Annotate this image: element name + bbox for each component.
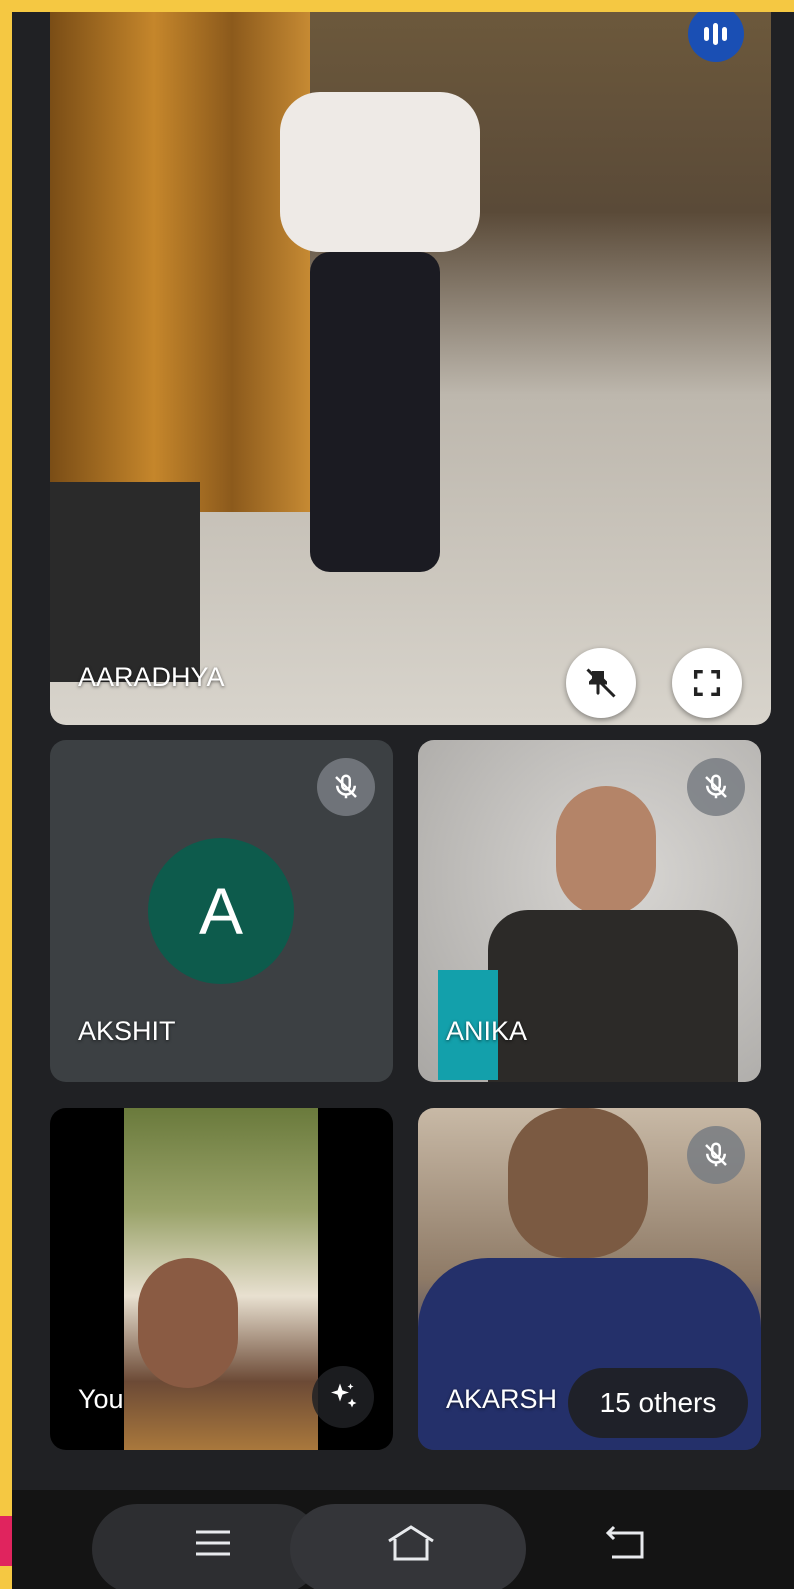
back-button[interactable] <box>600 1518 650 1568</box>
participant-name: AKARSH <box>446 1384 558 1414</box>
video-subject <box>556 786 656 916</box>
participant-name: ANIKA <box>446 1016 528 1046</box>
participant-tile-akshit[interactable]: A AKSHIT <box>50 740 393 1082</box>
video-subject-body <box>488 910 738 1082</box>
audio-level-icon <box>704 23 727 45</box>
participant-name: AKSHIT <box>78 1016 176 1046</box>
participant-tile-anika[interactable]: ANIKA <box>418 740 761 1082</box>
fullscreen-icon <box>693 669 721 697</box>
participant-tile-main[interactable]: AARADHYA <box>50 12 771 725</box>
home-icon <box>388 1525 434 1561</box>
frame-edge-mark <box>0 1516 12 1566</box>
avatar: A <box>148 838 294 984</box>
muted-indicator <box>687 758 745 816</box>
participant-name: AARADHYA <box>78 662 225 692</box>
unpin-button[interactable] <box>566 648 636 718</box>
others-count-label: 15 others <box>599 1387 717 1418</box>
menu-button[interactable] <box>190 1520 236 1566</box>
muted-indicator <box>687 1126 745 1184</box>
home-button[interactable] <box>384 1518 438 1568</box>
video-background <box>50 12 310 512</box>
meet-screen: AARADHYA A AKSHIT ANIKA You AKARSH 15 ot… <box>12 12 794 1589</box>
video-furniture <box>50 482 200 682</box>
video-subject <box>280 92 480 252</box>
effects-button[interactable] <box>312 1366 374 1428</box>
participant-tile-you[interactable]: You <box>50 1108 393 1450</box>
fullscreen-button[interactable] <box>672 648 742 718</box>
others-count-button[interactable]: 15 others <box>568 1368 748 1438</box>
back-icon <box>605 1525 644 1559</box>
menu-icon <box>196 1530 230 1556</box>
participant-name: You <box>78 1384 124 1414</box>
avatar-letter: A <box>198 874 244 948</box>
video-subject-legs <box>310 252 440 572</box>
mic-off-icon <box>705 774 727 799</box>
mic-off-icon <box>705 1142 727 1167</box>
video-feed <box>50 12 771 725</box>
sparkle-effects-icon <box>331 1383 357 1408</box>
unpin-icon <box>586 668 616 698</box>
system-nav-bar <box>12 1490 794 1589</box>
video-subject <box>138 1258 238 1388</box>
mic-off-icon <box>335 774 357 799</box>
muted-indicator <box>317 758 375 816</box>
video-subject <box>508 1108 648 1258</box>
